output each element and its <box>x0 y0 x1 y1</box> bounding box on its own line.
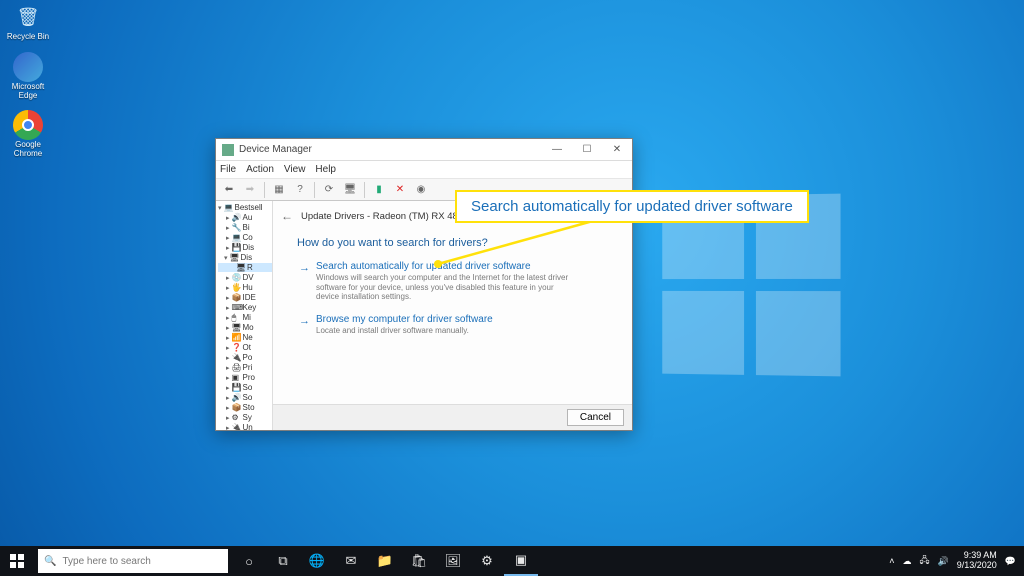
maximize-button[interactable]: ☐ <box>572 139 602 161</box>
chrome-icon <box>13 110 43 140</box>
taskbar-app-photos[interactable]: 🖼 <box>436 546 470 576</box>
device-tree[interactable]: ▾💻Bestsell▸🔊Au▸🔧Bi▸💻Co▸💾Dis▾🖥Dis🖥R▸💿DV▸🖐… <box>216 201 273 430</box>
toolbar-disable-icon[interactable]: ✕ <box>391 181 409 199</box>
tree-item[interactable]: ▸🖨Pri <box>218 363 272 372</box>
tree-item[interactable]: ▸🔊So <box>218 393 272 402</box>
windows-icon <box>10 554 24 568</box>
task-view-button[interactable]: ⧉ <box>266 546 300 576</box>
desktop-icon-label: Recycle Bin <box>4 33 52 42</box>
window-title: Device Manager <box>239 144 312 155</box>
tray-network-icon[interactable]: 🖧 <box>919 553 929 569</box>
edge-icon <box>13 52 43 82</box>
cortana-button[interactable]: ○ <box>232 546 266 576</box>
dialog-question: How do you want to search for drivers? <box>297 237 622 249</box>
tree-item[interactable]: ▸🖱Mi <box>218 313 272 322</box>
toolbar-forward-icon[interactable]: ➡ <box>241 181 259 199</box>
tree-item[interactable]: ▸💿DV <box>218 273 272 282</box>
toolbar-properties-icon[interactable]: ▦ <box>270 181 288 199</box>
desktop-icon-label: Microsoft Edge <box>4 83 52 101</box>
menubar: File Action View Help <box>216 161 632 179</box>
option-desc: Windows will search your computer and th… <box>316 273 576 302</box>
taskbar-search[interactable]: 🔍 Type here to search <box>38 549 228 573</box>
close-button[interactable]: ✕ <box>602 139 632 161</box>
tree-item[interactable]: ▸⚙Sy <box>218 413 272 422</box>
arrow-right-icon: → <box>299 262 310 302</box>
back-arrow-icon[interactable]: ← <box>281 209 293 223</box>
search-icon: 🔍 <box>44 556 56 567</box>
device-manager-window: Device Manager — ☐ ✕ File Action View He… <box>215 138 633 431</box>
toolbar-enable-icon[interactable]: ◉ <box>412 181 430 199</box>
tree-item[interactable]: ▸💻Co <box>218 233 272 242</box>
tree-item[interactable]: ▸🖐Hu <box>218 283 272 292</box>
tree-item[interactable]: ▸📦Sto <box>218 403 272 412</box>
taskbar: 🔍 Type here to search ○ ⧉ 🌐 ✉ 📁 🛍 🖼 ⚙ ▣ … <box>0 546 1024 576</box>
toolbar-help-icon[interactable]: ? <box>291 181 309 199</box>
taskbar-app-settings[interactable]: ⚙ <box>470 546 504 576</box>
desktop-icon-label: Google Chrome <box>4 141 52 159</box>
option-browse-computer[interactable]: → Browse my computer for driver software… <box>299 314 614 336</box>
taskbar-app-mail[interactable]: ✉ <box>334 546 368 576</box>
minimize-button[interactable]: — <box>542 139 572 161</box>
update-driver-dialog: ← Update Drivers - Radeon (TM) RX 480 Gr… <box>273 201 632 430</box>
tree-item[interactable]: ▸🖥Mo <box>218 323 272 332</box>
tray-onedrive-icon[interactable]: ☁ <box>902 556 911 567</box>
toolbar-uninstall-icon[interactable]: ▮ <box>370 181 388 199</box>
desktop-icon-recycle-bin[interactable]: 🗑 Recycle Bin <box>4 2 52 42</box>
tree-item[interactable]: ▾🖥Dis <box>218 253 272 262</box>
tree-item[interactable]: ▸🔌Un <box>218 423 272 430</box>
tree-root[interactable]: ▾💻Bestsell <box>218 203 272 212</box>
titlebar[interactable]: Device Manager — ☐ ✕ <box>216 139 632 161</box>
tree-item[interactable]: ▸🔌Po <box>218 353 272 362</box>
tree-item[interactable]: ▸🔊Au <box>218 213 272 222</box>
system-tray: ˄ ☁ 🖧 🔊 9:39 AM 9/13/2020 💬 <box>889 551 1024 571</box>
search-placeholder: Type here to search <box>62 556 150 567</box>
option-search-automatically[interactable]: → Search automatically for updated drive… <box>299 261 614 302</box>
option-title: Browse my computer for driver software <box>316 314 493 325</box>
taskbar-clock[interactable]: 9:39 AM 9/13/2020 <box>957 551 997 571</box>
desktop-icon-edge[interactable]: Microsoft Edge <box>4 52 52 101</box>
tree-item-selected[interactable]: 🖥R <box>218 263 272 272</box>
cancel-button[interactable]: Cancel <box>567 409 624 426</box>
app-icon <box>222 144 234 156</box>
toolbar-update-icon[interactable]: ⟳ <box>320 181 338 199</box>
toolbar-scan-icon[interactable]: 🖥 <box>341 181 359 199</box>
tree-item[interactable]: ▸⌨Key <box>218 303 272 312</box>
taskbar-app-store[interactable]: 🛍 <box>402 546 436 576</box>
menu-help[interactable]: Help <box>315 164 336 175</box>
notifications-icon[interactable]: 💬 <box>1005 556 1016 567</box>
recycle-bin-icon: 🗑 <box>13 2 43 32</box>
tray-overflow-icon[interactable]: ˄ <box>889 556 894 566</box>
taskbar-app-explorer[interactable]: 📁 <box>368 546 402 576</box>
tree-item[interactable]: ▸🔧Bi <box>218 223 272 232</box>
tree-item[interactable]: ▸📦IDE <box>218 293 272 302</box>
desktop-icons: 🗑 Recycle Bin Microsoft Edge Google Chro… <box>4 2 52 169</box>
taskbar-app-devmgr[interactable]: ▣ <box>504 546 538 576</box>
option-title: Search automatically for updated driver … <box>316 261 576 272</box>
toolbar-back-icon[interactable]: ⬅ <box>220 181 238 199</box>
taskbar-app-edge[interactable]: 🌐 <box>300 546 334 576</box>
menu-file[interactable]: File <box>220 164 236 175</box>
start-button[interactable] <box>0 546 34 576</box>
tree-item[interactable]: ▸📶Ne <box>218 333 272 342</box>
tree-item[interactable]: ▸💾So <box>218 383 272 392</box>
callout-box: Search automatically for updated driver … <box>455 190 809 223</box>
arrow-right-icon: → <box>299 315 310 336</box>
tray-volume-icon[interactable]: 🔊 <box>938 556 949 567</box>
menu-view[interactable]: View <box>284 164 306 175</box>
menu-action[interactable]: Action <box>246 164 274 175</box>
tree-item[interactable]: ▸▣Pro <box>218 373 272 382</box>
callout-text: Search automatically for updated driver … <box>471 198 793 215</box>
desktop-icon-chrome[interactable]: Google Chrome <box>4 110 52 159</box>
tree-item[interactable]: ▸💾Dis <box>218 243 272 252</box>
option-desc: Locate and install driver software manua… <box>316 326 493 336</box>
tree-item[interactable]: ▸❓Ot <box>218 343 272 352</box>
